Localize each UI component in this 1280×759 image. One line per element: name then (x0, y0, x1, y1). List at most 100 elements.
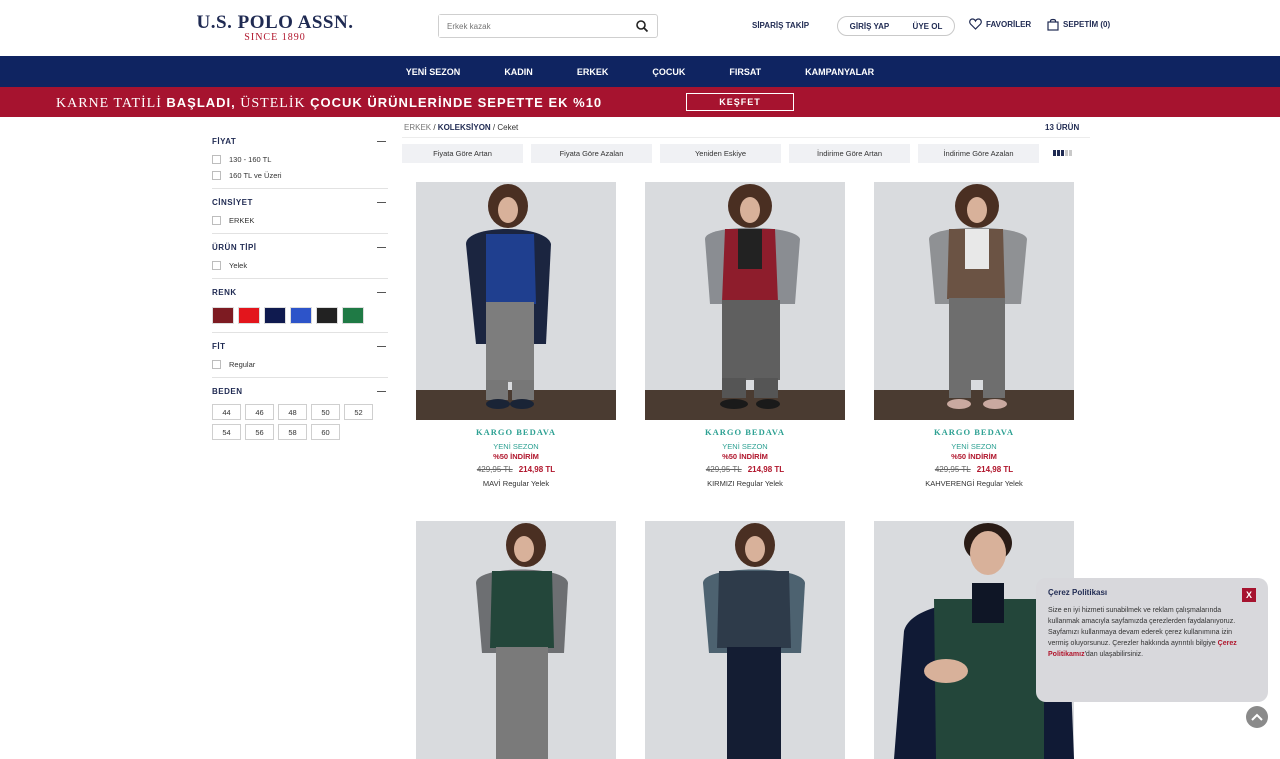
sort-newest[interactable]: Yeniden Eskiye (660, 143, 781, 163)
filter-option[interactable]: 160 TL ve Üzeri (212, 170, 388, 180)
checkbox[interactable] (212, 359, 221, 369)
product-card[interactable]: KARGO BEDAVA YENİ SEZON %50 İNDİRİM 429,… (416, 182, 616, 488)
price-row: 429,95 TL 214,98 TL (645, 465, 845, 474)
model-figure (705, 184, 800, 409)
product-card[interactable] (416, 521, 616, 759)
checkbox[interactable] (212, 154, 221, 164)
product-name[interactable]: MAVİ Regular Yelek (416, 479, 616, 488)
option-label: Yelek (229, 260, 248, 270)
new-price: 214,98 TL (747, 465, 785, 474)
breadcrumb-collection[interactable]: KOLEKSİYON (438, 123, 491, 132)
size-option[interactable]: 44 (212, 404, 241, 420)
size-option[interactable]: 48 (278, 404, 307, 420)
size-option[interactable]: 60 (311, 424, 340, 440)
search-icon[interactable] (635, 19, 649, 33)
new-season-label: YENİ SEZON (722, 442, 768, 451)
favorites-link[interactable]: FAVORİLER (969, 18, 1031, 30)
checkbox[interactable] (212, 215, 221, 225)
discount-label: %50 İNDİRİM (722, 452, 768, 461)
product-image[interactable] (416, 521, 616, 759)
filter-header[interactable]: BEDEN (212, 384, 388, 398)
product-card[interactable] (645, 521, 845, 759)
color-swatch[interactable] (342, 307, 364, 324)
size-option[interactable]: 58 (278, 424, 307, 440)
breadcrumb-men[interactable]: ERKEK (404, 123, 431, 132)
minus-icon[interactable] (377, 345, 386, 347)
scroll-to-top-button[interactable] (1246, 706, 1268, 728)
promo-text-d: ÇOCUK ÜRÜNLERİNDE SEPETTE EK %10 (310, 95, 603, 110)
size-option[interactable]: 52 (344, 404, 373, 420)
vest-shape (490, 571, 554, 648)
minus-icon[interactable] (377, 201, 386, 203)
sort-discount-asc[interactable]: İndirime Göre Artan (789, 143, 910, 163)
option-label: Regular (229, 359, 256, 369)
color-swatch[interactable] (264, 307, 286, 324)
search-input[interactable] (439, 15, 629, 37)
free-shipping-label: KARGO BEDAVA (705, 427, 785, 437)
filter-header[interactable]: CİNSİYET (212, 195, 388, 209)
filter-header[interactable]: FİYAT (212, 134, 388, 148)
product-name[interactable]: KIRMIZI Regular Yelek (645, 479, 845, 488)
color-swatches (212, 307, 388, 324)
order-tracking-link[interactable]: SİPARİŞ TAKİP (752, 21, 809, 30)
price-row: 429,95 TL 214,98 TL (874, 465, 1074, 474)
filter-fit: FİT Regular (212, 333, 388, 378)
filter-header[interactable]: FİT (212, 339, 388, 353)
sort-price-desc[interactable]: Fiyata Göre Azalan (531, 143, 652, 163)
product-image[interactable] (416, 182, 616, 420)
filter-option[interactable]: Yelek (212, 260, 388, 270)
filter-option[interactable]: Regular (212, 359, 388, 369)
sort-price-asc[interactable]: Fiyata Göre Artan (402, 143, 523, 163)
discount-label: %50 İNDİRİM (951, 452, 997, 461)
breadcrumb-current: Ceket (497, 123, 519, 132)
cookie-body: Size en iyi hizmeti sunabilmek ve reklam… (1048, 605, 1238, 660)
filter-header[interactable]: RENK (212, 285, 388, 299)
minus-icon[interactable] (377, 246, 386, 248)
grid-view-icon[interactable] (1053, 150, 1072, 156)
register-link[interactable]: ÜYE OL (913, 22, 943, 31)
size-option[interactable]: 46 (245, 404, 274, 420)
size-option[interactable]: 56 (245, 424, 274, 440)
product-name[interactable]: KAHVERENGİ Regular Yelek (874, 479, 1074, 488)
checkbox[interactable] (212, 170, 221, 180)
new-season-label: YENİ SEZON (951, 442, 997, 451)
nav-item-new-season[interactable]: YENİ SEZON (406, 67, 461, 77)
color-swatch[interactable] (316, 307, 338, 324)
size-option[interactable]: 54 (212, 424, 241, 440)
nav-item-kids[interactable]: ÇOCUK (652, 67, 685, 77)
product-card[interactable]: KARGO BEDAVA YENİ SEZON %50 İNDİRİM 429,… (645, 182, 845, 488)
cookie-title: Çerez Politikası (1048, 588, 1108, 597)
close-icon[interactable]: X (1242, 588, 1256, 602)
cookie-body-text: Size en iyi hizmeti sunabilmek ve reklam… (1048, 607, 1236, 647)
checkbox[interactable] (212, 260, 221, 270)
free-shipping-label: KARGO BEDAVA (476, 427, 556, 437)
filter-title: RENK (212, 287, 237, 297)
filter-option[interactable]: 130 - 160 TL (212, 154, 388, 164)
filter-product-type: ÜRÜN TİPİ Yelek (212, 234, 388, 279)
product-image[interactable] (645, 182, 845, 420)
minus-icon[interactable] (377, 291, 386, 293)
promo-discover-button[interactable]: KEŞFET (686, 93, 794, 111)
filter-header[interactable]: ÜRÜN TİPİ (212, 240, 388, 254)
cart-link[interactable]: SEPETİM (0) (1047, 18, 1110, 31)
color-swatch[interactable] (238, 307, 260, 324)
minus-icon[interactable] (377, 390, 386, 392)
new-price: 214,98 TL (518, 465, 556, 474)
login-link[interactable]: GİRİŞ YAP (850, 22, 890, 31)
promo-text-c: ÜSTELİK (235, 96, 311, 111)
minus-icon[interactable] (377, 140, 386, 142)
nav-item-campaigns[interactable]: KAMPANYALAR (805, 67, 874, 77)
nav-item-women[interactable]: KADIN (504, 67, 533, 77)
product-image[interactable] (874, 182, 1074, 420)
brand-logo[interactable]: U.S. POLO ASSN. SINCE 1890 (190, 12, 360, 43)
filter-title: FİYAT (212, 136, 237, 146)
filter-option[interactable]: ERKEK (212, 215, 388, 225)
size-option[interactable]: 50 (311, 404, 340, 420)
nav-item-men[interactable]: ERKEK (577, 67, 609, 77)
nav-item-deals[interactable]: FIRSAT (729, 67, 761, 77)
product-image[interactable] (645, 521, 845, 759)
color-swatch[interactable] (290, 307, 312, 324)
color-swatch[interactable] (212, 307, 234, 324)
product-card[interactable]: KARGO BEDAVA YENİ SEZON %50 İNDİRİM 429,… (874, 182, 1074, 488)
sort-discount-desc[interactable]: İndirime Göre Azalan (918, 143, 1039, 163)
